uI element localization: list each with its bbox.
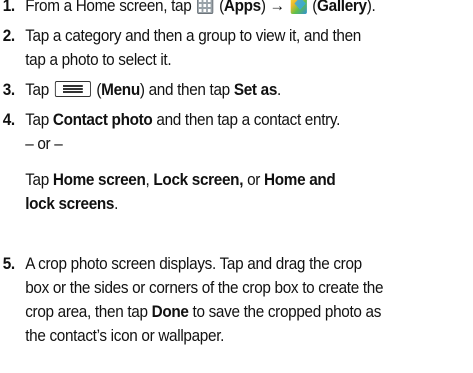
step-number: 3. [2, 80, 15, 99]
step-text: Tap a category and then a group to view … [25, 26, 361, 69]
step-number: 1. [2, 0, 15, 15]
step-text: From a Home screen, tap (Apps) → (Galler… [25, 0, 453, 18]
or-separator: – or – [25, 134, 63, 153]
apps-grid-icon [197, 0, 214, 14]
menu-key-icon [54, 81, 91, 97]
step-text: A crop photo screen displays. Tap and dr… [25, 254, 384, 345]
step-number: 2. [2, 26, 15, 45]
step-number: 5. [2, 254, 15, 273]
gallery-icon [290, 0, 307, 14]
step-text: Tap Contact photo and then tap a contact… [25, 110, 341, 213]
step-number: 4. [2, 110, 15, 129]
step-text: Tap (Menu) and then tap Set as. [25, 80, 281, 99]
